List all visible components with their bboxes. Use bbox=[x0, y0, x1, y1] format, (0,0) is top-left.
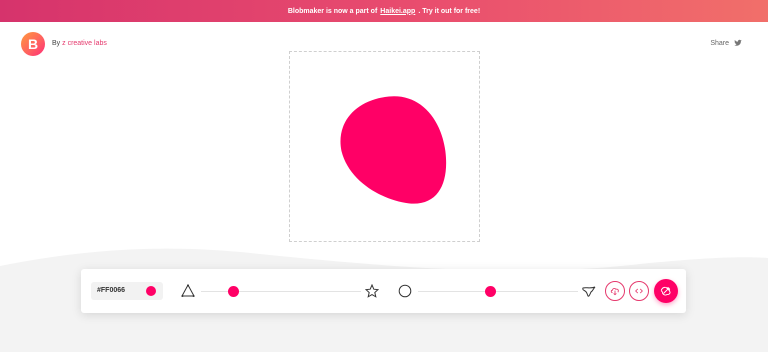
credit-prefix: By bbox=[52, 40, 61, 47]
credit-text: By z creative labs bbox=[52, 40, 107, 47]
announcement-banner: Blobmaker is now a part of Haikei.app. T… bbox=[0, 0, 768, 22]
color-value: #FF0066 bbox=[97, 287, 126, 294]
triangle-outline-icon bbox=[181, 284, 195, 297]
complexity-slider[interactable] bbox=[201, 291, 361, 292]
complexity-slider-handle[interactable] bbox=[227, 286, 239, 297]
download-icon bbox=[610, 288, 619, 296]
blob-preview bbox=[340, 96, 447, 204]
star-outline-icon bbox=[365, 284, 379, 298]
contrast-slider-handle[interactable] bbox=[484, 286, 496, 297]
twitter-icon bbox=[734, 39, 742, 46]
banner-prefix: Blobmaker is now a part of bbox=[287, 7, 378, 15]
random-generate-button[interactable] bbox=[654, 279, 678, 303]
blob-shape bbox=[340, 96, 447, 204]
haikei-link[interactable]: Haikei.app bbox=[380, 8, 415, 15]
contrast-slider[interactable] bbox=[418, 291, 578, 292]
color-picker[interactable]: #FF0066 bbox=[91, 282, 163, 300]
color-swatch[interactable] bbox=[146, 286, 156, 296]
logo-letter: B bbox=[27, 36, 39, 52]
code-button[interactable] bbox=[629, 281, 649, 301]
banner-suffix: . Try it out for free! bbox=[418, 7, 481, 15]
circle-outline-icon bbox=[398, 284, 412, 298]
code-icon bbox=[635, 288, 643, 294]
controls-toolbar: #FF0066 bbox=[81, 269, 686, 313]
blob-canvas bbox=[289, 51, 480, 242]
blobmaker-logo[interactable]: B bbox=[21, 32, 45, 56]
random-generate-icon bbox=[660, 286, 671, 296]
share-label: Share bbox=[710, 39, 729, 47]
share-button[interactable]: Share bbox=[710, 39, 742, 47]
z-creative-labs-link[interactable]: z creative labs bbox=[62, 40, 107, 47]
splat-outline-icon bbox=[582, 286, 596, 297]
download-button[interactable] bbox=[605, 281, 625, 301]
blobmaker-page: Blobmaker is now a part of Haikei.app. T… bbox=[0, 0, 768, 352]
